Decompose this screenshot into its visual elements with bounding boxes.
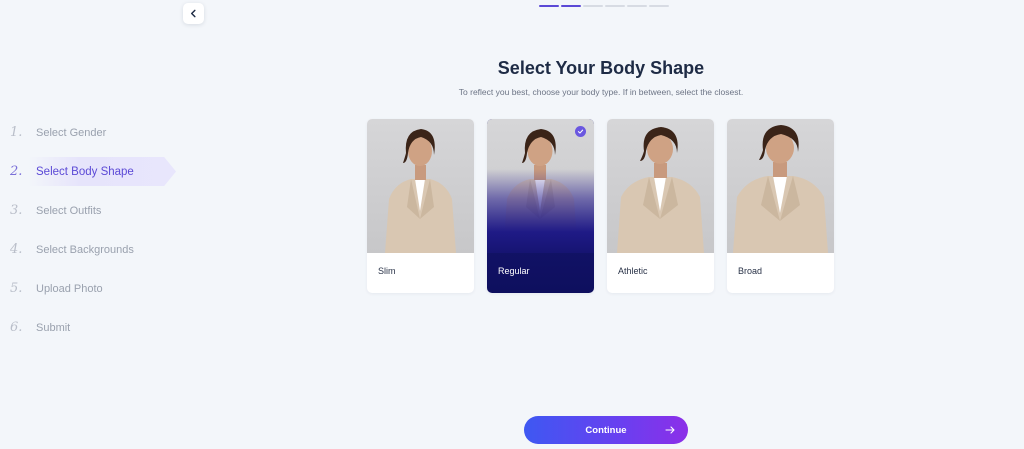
step-label: Select Outfits	[36, 204, 102, 217]
step-number: 5.	[10, 281, 23, 296]
selected-check-icon	[575, 126, 586, 137]
step-select-body-shape[interactable]: 2. Select Body Shape	[10, 157, 176, 186]
body-shape-photo	[727, 119, 834, 253]
continue-label: Continue	[585, 424, 627, 436]
step-label: Upload Photo	[36, 282, 103, 295]
body-shape-label: Athletic	[618, 266, 648, 276]
progress-segment	[649, 5, 669, 7]
step-label: Select Backgrounds	[36, 243, 134, 256]
progress-segment	[605, 5, 625, 7]
page-title: Select Your Body Shape	[497, 58, 705, 78]
person-photo-icon	[733, 125, 828, 253]
step-select-gender[interactable]: 1. Select Gender	[10, 118, 175, 147]
step-label: Select Gender	[36, 126, 107, 139]
body-shape-options: Slim Regular Athletic Broad	[367, 119, 834, 293]
step-progress-bar	[539, 5, 669, 7]
body-shape-label: Slim	[378, 266, 396, 276]
person-photo-icon	[385, 129, 456, 253]
body-shape-label: Regular	[498, 266, 530, 276]
step-upload-photo[interactable]: 5. Upload Photo	[10, 274, 175, 303]
page-subtitle: To reflect you best, choose your body ty…	[458, 87, 744, 97]
step-number: 6.	[10, 320, 23, 335]
progress-segment	[561, 5, 581, 7]
progress-segment	[539, 5, 559, 7]
step-select-backgrounds[interactable]: 4. Select Backgrounds	[10, 235, 175, 264]
person-photo-icon	[617, 127, 704, 253]
step-submit[interactable]: 6. Submit	[10, 313, 175, 342]
chevron-left-icon	[190, 9, 196, 18]
body-shape-label: Broad	[738, 266, 763, 276]
continue-button[interactable]: Continue	[524, 416, 688, 444]
step-select-outfits[interactable]: 3. Select Outfits	[10, 196, 175, 225]
back-button[interactable]	[183, 3, 204, 24]
progress-segment	[627, 5, 647, 7]
body-shape-photo	[367, 119, 474, 253]
body-shape-card-broad[interactable]: Broad	[727, 119, 834, 293]
step-number: 2.	[10, 164, 23, 179]
step-number: 1.	[10, 125, 23, 140]
step-number: 4.	[10, 242, 23, 257]
body-shape-photo	[607, 119, 714, 253]
body-shape-card-slim[interactable]: Slim	[367, 119, 474, 293]
arrow-right-icon	[665, 426, 675, 434]
step-number: 3.	[10, 203, 23, 218]
body-shape-card-regular[interactable]: Regular	[487, 119, 594, 293]
body-shape-card-athletic[interactable]: Athletic	[607, 119, 714, 293]
step-label: Select Body Shape	[36, 165, 134, 178]
body-shape-photo	[487, 119, 594, 253]
progress-segment	[583, 5, 603, 7]
steps-sidebar: 1. Select Gender 2. Select Body Shape 3.…	[10, 118, 176, 352]
selected-overlay	[487, 169, 594, 253]
step-label: Submit	[36, 321, 71, 334]
